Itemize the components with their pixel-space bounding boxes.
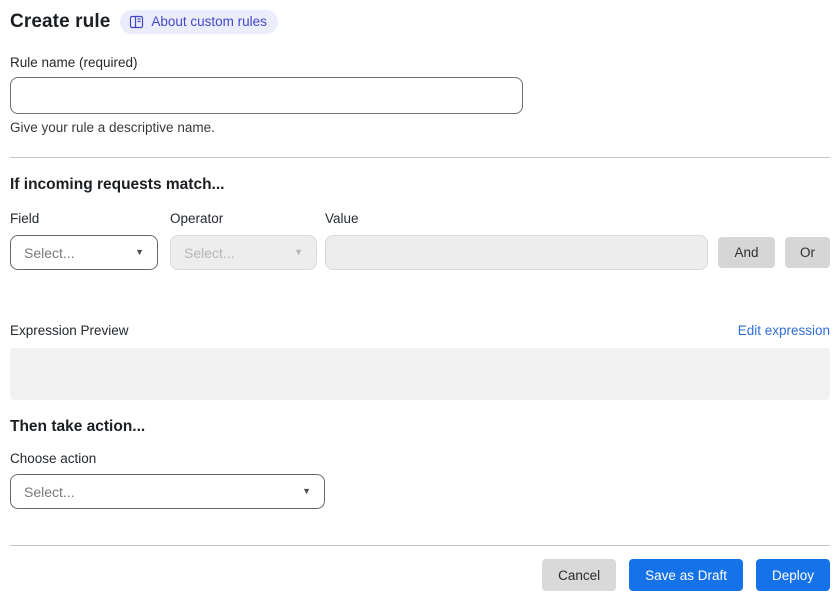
chevron-down-icon: ▼	[302, 486, 311, 496]
match-labels-row: Field Operator Value	[10, 211, 830, 226]
chevron-down-icon: ▼	[135, 247, 144, 257]
about-custom-rules-badge[interactable]: About custom rules	[120, 10, 278, 34]
value-label: Value	[325, 211, 359, 226]
choose-action-select-value: Select...	[24, 483, 75, 500]
expression-preview-label: Expression Preview	[10, 323, 129, 338]
expression-preview-row: Expression Preview Edit expression	[10, 323, 830, 338]
footer-divider	[10, 545, 830, 546]
match-section-heading: If incoming requests match...	[10, 176, 225, 193]
choose-action-select[interactable]: Select... ▼	[10, 474, 325, 509]
save-as-draft-button[interactable]: Save as Draft	[629, 559, 743, 591]
create-rule-page: Create rule About custom rules Rule name…	[0, 0, 839, 591]
operator-label: Operator	[170, 211, 224, 226]
field-label: Field	[10, 211, 40, 226]
chevron-down-icon: ▼	[294, 247, 303, 257]
cancel-button[interactable]: Cancel	[542, 559, 617, 591]
rule-name-label: Rule name (required)	[10, 55, 138, 70]
divider	[10, 157, 830, 158]
rule-name-input[interactable]	[10, 77, 523, 114]
value-input[interactable]	[325, 235, 708, 270]
deploy-button[interactable]: Deploy	[755, 559, 830, 591]
operator-select[interactable]: Select... ▼	[170, 235, 317, 270]
choose-action-label: Choose action	[10, 451, 97, 466]
field-select-value: Select...	[24, 244, 75, 261]
footer-actions: Cancel Save as Draft Deploy	[10, 559, 830, 591]
operator-select-value: Select...	[184, 244, 235, 261]
match-controls-row: Select... ▼ Select... ▼ And Or	[10, 235, 830, 270]
book-icon	[129, 15, 144, 29]
expression-preview-box	[10, 348, 830, 400]
and-button[interactable]: And	[718, 237, 775, 268]
rule-name-helper: Give your rule a descriptive name.	[10, 120, 215, 135]
or-button[interactable]: Or	[785, 237, 830, 268]
about-badge-label: About custom rules	[151, 14, 267, 29]
field-select[interactable]: Select... ▼	[10, 235, 158, 270]
page-title: Create rule	[10, 11, 111, 32]
header: Create rule About custom rules	[10, 10, 830, 34]
edit-expression-link[interactable]: Edit expression	[738, 323, 830, 338]
action-section-heading: Then take action...	[10, 418, 146, 435]
